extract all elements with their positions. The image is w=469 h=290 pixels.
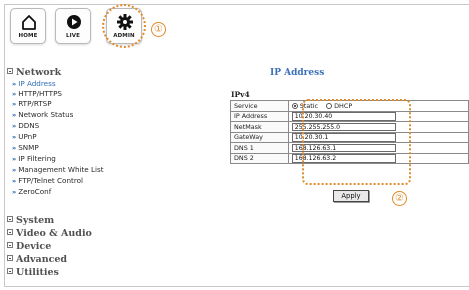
gateway-label: GateWay [230,131,289,143]
section-subtitle: IPv4 [231,90,250,99]
sidebar-item-label: Network Status [18,110,74,119]
home-label: HOME [18,33,38,39]
sidebar-item-zeroconf[interactable]: » ZeroConf [12,187,51,196]
service-label: Service [230,100,289,112]
arrow-icon: » [12,111,17,119]
sidebar-section-label: Advanced [16,254,68,265]
home-icon [22,15,36,30]
dns1-label: DNS 1 [230,142,289,154]
sidebar-item-label: UPnP [18,132,37,141]
arrow-icon: » [12,133,17,141]
live-label: LIVE [66,33,80,39]
sidebar-item-label: ZeroConf [18,187,52,196]
sidebar-item-label: FTP/Telnet Control [18,176,84,185]
arrow-icon: » [12,100,17,108]
arrow-icon: » [12,166,17,174]
ip-address-label: IP Address [230,110,289,122]
sidebar-item-network-status[interactable]: » Network Status [12,110,73,119]
collapse-box-icon [7,268,13,274]
collapse-box-icon [7,68,13,74]
sidebar-item-upnp[interactable]: » UPnP [12,132,37,141]
collapse-box-icon [7,242,13,248]
netmask-label: NetMask [230,121,289,133]
sidebar-section-label: Video & Audio [16,228,92,239]
collapse-box-icon [7,229,13,235]
live-button[interactable]: LIVE [55,8,91,44]
callout-two: ② [392,191,407,206]
home-button[interactable]: HOME [10,8,46,44]
sidebar-item-ip-address[interactable]: » IP Address [12,79,56,88]
sidebar-item-management-white-list[interactable]: » Management White List [12,165,104,174]
sidebar-item-snmp[interactable]: » SNMP [12,143,39,152]
sidebar-section-label: Utilities [16,267,59,278]
sidebar-item-label: Management White List [18,165,104,174]
arrow-icon: » [12,80,17,88]
arrow-icon: » [12,144,17,152]
arrow-icon: » [12,90,17,98]
arrow-icon: » [12,177,17,185]
arrow-icon: » [12,122,17,130]
sidebar-item-label: IP Address [18,79,56,88]
sidebar-section-advanced[interactable]: Advanced [7,254,67,265]
arrow-icon: » [12,155,17,163]
sidebar-item-label: IP Filtering [18,154,56,163]
fields-callout-box [302,99,411,185]
collapse-box-icon [7,255,13,261]
sidebar-item-ftp-telnet[interactable]: » FTP/Telnet Control [12,176,83,185]
dns2-label: DNS 2 [230,152,289,164]
sidebar-section-network[interactable]: Network [7,67,61,78]
sidebar-item-http-https[interactable]: » HTTP/HTTPS [12,89,62,98]
collapse-box-icon [7,216,13,222]
static-radio[interactable] [291,102,298,109]
sidebar-section-label: System [16,215,55,226]
arrow-icon: » [12,188,17,196]
callout-one: ① [151,22,166,37]
sidebar-item-rtp-rtsp[interactable]: » RTP/RTSP [12,99,52,108]
sidebar-section-label: Network [16,67,62,78]
sidebar-item-ip-filtering[interactable]: » IP Filtering [12,154,56,163]
sidebar-item-ddns[interactable]: » DDNS [12,121,39,130]
sidebar-item-label: SNMP [18,143,39,152]
sidebar-section-utilities[interactable]: Utilities [7,267,59,278]
sidebar-section-device[interactable]: Device [7,241,51,252]
sidebar-section-label: Device [16,241,52,252]
play-icon [67,15,81,29]
page-title: IP Address [270,68,325,78]
sidebar-item-label: HTTP/HTTPS [18,89,62,98]
sidebar-section-video-audio[interactable]: Video & Audio [7,228,92,239]
sidebar-item-label: RTP/RTSP [18,99,52,108]
admin-callout-ring [102,4,146,48]
sidebar-section-system[interactable]: System [7,215,54,226]
apply-button[interactable]: Apply [333,190,369,202]
sidebar-item-label: DDNS [18,121,40,130]
